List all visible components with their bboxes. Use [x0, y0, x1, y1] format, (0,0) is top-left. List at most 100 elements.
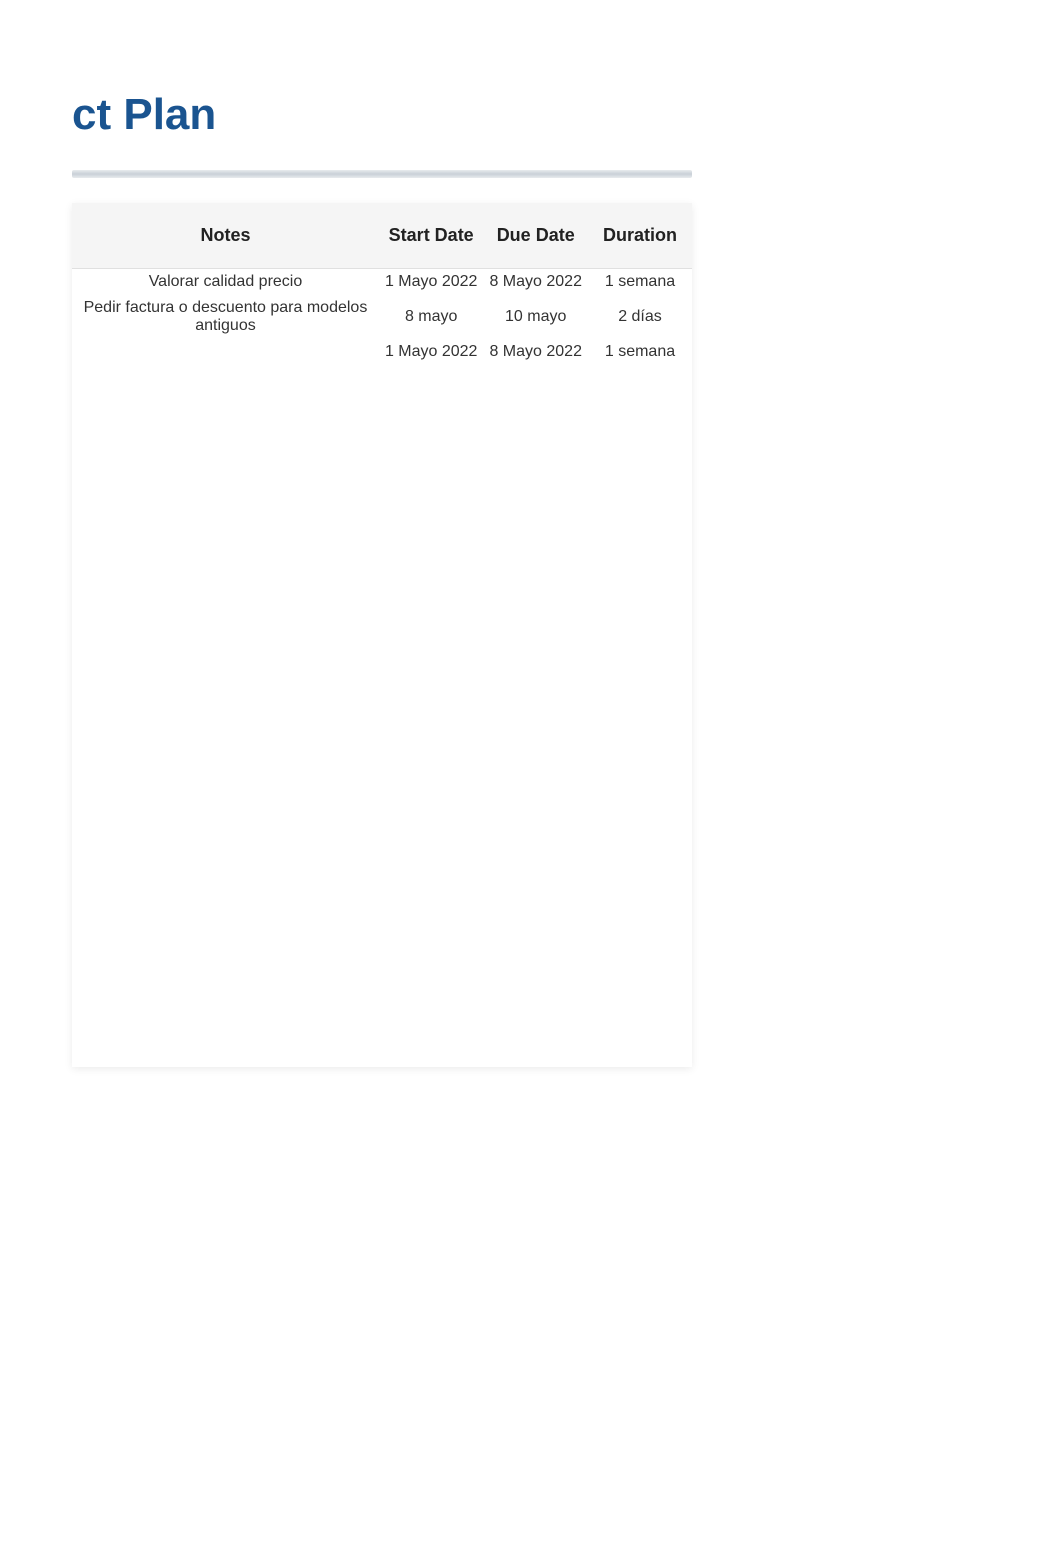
cell-due	[483, 911, 588, 937]
cell-notes	[72, 599, 379, 625]
table-row	[72, 521, 692, 547]
cell-notes	[72, 833, 379, 859]
table-row	[72, 547, 692, 573]
cell-duration	[588, 625, 692, 651]
table-row	[72, 443, 692, 469]
title-divider	[72, 170, 692, 178]
cell-notes	[72, 859, 379, 885]
cell-due	[483, 521, 588, 547]
column-header-duration: Duration	[588, 203, 692, 269]
cell-duration	[588, 521, 692, 547]
cell-due	[483, 885, 588, 911]
cell-duration	[588, 1015, 692, 1041]
cell-duration	[588, 417, 692, 443]
table-row	[72, 885, 692, 911]
cell-duration	[588, 729, 692, 755]
cell-due	[483, 365, 588, 391]
cell-notes	[72, 469, 379, 495]
cell-notes	[72, 625, 379, 651]
cell-due	[483, 651, 588, 677]
table-row	[72, 963, 692, 989]
cell-due: 8 Mayo 2022	[483, 269, 588, 296]
table-row	[72, 495, 692, 521]
cell-start	[379, 1015, 484, 1041]
cell-start	[379, 573, 484, 599]
table-row	[72, 417, 692, 443]
cell-notes	[72, 651, 379, 677]
table-row	[72, 807, 692, 833]
cell-notes	[72, 937, 379, 963]
table-row	[72, 911, 692, 937]
cell-due	[483, 443, 588, 469]
cell-notes	[72, 521, 379, 547]
cell-duration	[588, 911, 692, 937]
cell-due	[483, 573, 588, 599]
cell-notes	[72, 989, 379, 1015]
cell-notes	[72, 755, 379, 781]
column-header-due: Due Date	[483, 203, 588, 269]
table-row	[72, 573, 692, 599]
cell-duration	[588, 677, 692, 703]
table-row	[72, 703, 692, 729]
cell-notes	[72, 339, 379, 365]
cell-due	[483, 989, 588, 1015]
table-row	[72, 755, 692, 781]
cell-due	[483, 755, 588, 781]
cell-notes	[72, 729, 379, 755]
plan-table-wrapper: Notes Start Date Due Date Duration Valor…	[72, 203, 692, 1067]
column-header-start: Start Date	[379, 203, 484, 269]
cell-start: 1 Mayo 2022	[379, 269, 484, 296]
cell-duration	[588, 703, 692, 729]
cell-notes	[72, 885, 379, 911]
table-row	[72, 599, 692, 625]
cell-due	[483, 703, 588, 729]
cell-start	[379, 469, 484, 495]
cell-notes	[72, 417, 379, 443]
cell-notes	[72, 963, 379, 989]
cell-duration: 1 semana	[588, 269, 692, 296]
table-header-row: Notes Start Date Due Date Duration	[72, 203, 692, 269]
cell-start	[379, 703, 484, 729]
table-row	[72, 469, 692, 495]
table-row	[72, 1015, 692, 1041]
table-row: Valorar calidad precio1 Mayo 20228 Mayo …	[72, 269, 692, 296]
cell-start	[379, 651, 484, 677]
cell-duration	[588, 937, 692, 963]
cell-due	[483, 469, 588, 495]
cell-duration	[588, 443, 692, 469]
table-row	[72, 833, 692, 859]
table-body: Valorar calidad precio1 Mayo 20228 Mayo …	[72, 269, 692, 1068]
cell-duration	[588, 391, 692, 417]
cell-duration	[588, 989, 692, 1015]
cell-duration	[588, 547, 692, 573]
cell-duration	[588, 833, 692, 859]
cell-start	[379, 729, 484, 755]
table-row	[72, 781, 692, 807]
table-row	[72, 651, 692, 677]
cell-duration: 2 días	[588, 295, 692, 339]
column-header-notes: Notes	[72, 203, 379, 269]
cell-duration: 1 semana	[588, 339, 692, 365]
cell-due	[483, 781, 588, 807]
cell-start	[379, 833, 484, 859]
cell-duration	[588, 885, 692, 911]
cell-duration	[588, 859, 692, 885]
cell-start	[379, 417, 484, 443]
cell-notes	[72, 677, 379, 703]
cell-notes	[72, 807, 379, 833]
cell-due	[483, 391, 588, 417]
cell-due	[483, 937, 588, 963]
table-row	[72, 677, 692, 703]
cell-start	[379, 911, 484, 937]
cell-due	[483, 1015, 588, 1041]
page-container: ct Plan Notes Start Date Due Date Durati…	[0, 0, 1062, 1067]
cell-duration	[588, 365, 692, 391]
cell-notes	[72, 495, 379, 521]
cell-due	[483, 807, 588, 833]
cell-due: 10 mayo	[483, 295, 588, 339]
table-row	[72, 729, 692, 755]
cell-due	[483, 1041, 588, 1067]
cell-duration	[588, 651, 692, 677]
cell-due	[483, 729, 588, 755]
cell-duration	[588, 807, 692, 833]
